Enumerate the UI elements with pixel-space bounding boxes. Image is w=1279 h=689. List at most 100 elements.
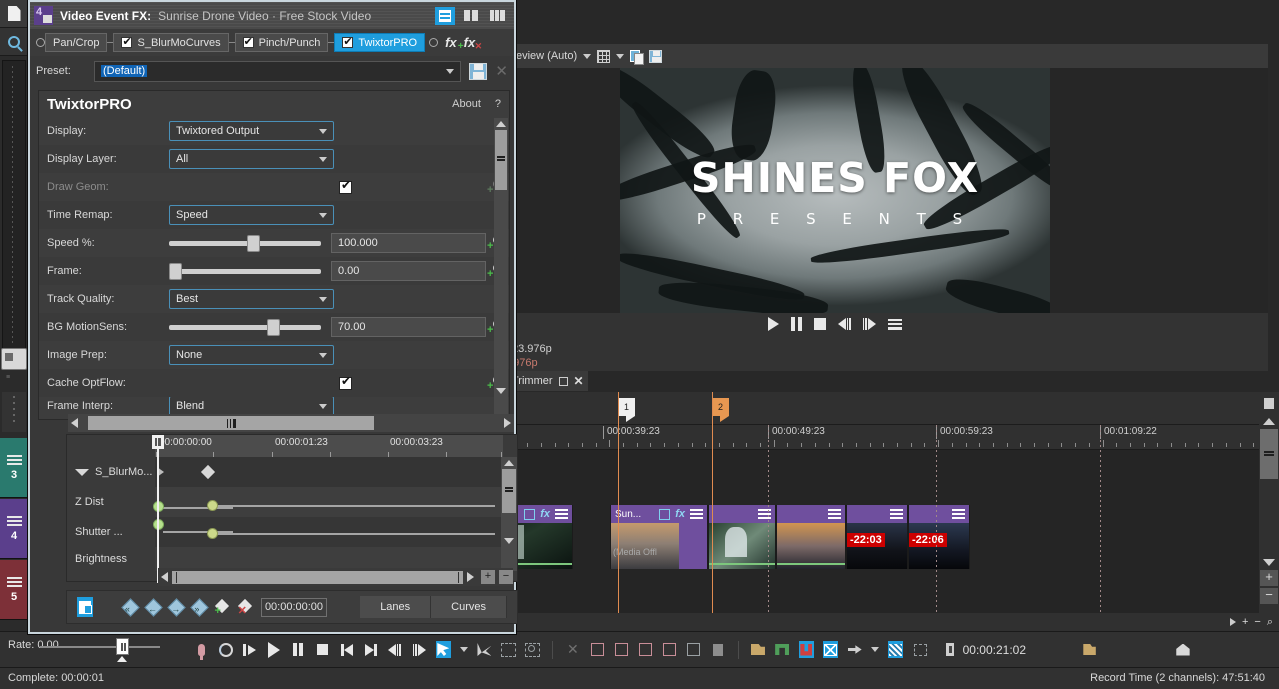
crossfade-d-button[interactable] [662, 641, 677, 658]
fx-icon[interactable]: fx [540, 508, 550, 520]
track-tab-3[interactable]: 3 [0, 438, 28, 498]
about-link[interactable]: About [452, 98, 481, 110]
search-icon[interactable] [0, 28, 28, 56]
chevron-down-icon[interactable] [319, 297, 327, 302]
preview-menu-icon[interactable] [888, 319, 902, 330]
param-checkbox[interactable] [339, 377, 352, 390]
record-button[interactable] [194, 641, 209, 658]
chevron-down-icon[interactable] [319, 213, 327, 218]
scroll-down-icon[interactable] [504, 538, 514, 544]
scroll-thumb-horizontal[interactable] [88, 416, 374, 430]
list-view-button[interactable] [435, 7, 455, 25]
zoom-out-vertical-button[interactable]: − [1260, 588, 1278, 604]
param-slider[interactable] [169, 261, 321, 281]
fx-chip[interactable]: S_BlurMoCurves [113, 33, 228, 52]
rate-slider-track[interactable] [40, 646, 160, 648]
fx-chip-pinch-punch[interactable]: Pinch/Punch [235, 33, 329, 52]
keyframe-point[interactable] [207, 500, 218, 511]
automatic-ripple-icon[interactable] [847, 641, 862, 658]
zoom-in-button[interactable]: + [1242, 616, 1248, 628]
fx-chip[interactable]: Pinch/Punch [235, 33, 329, 52]
add-keyframe-button[interactable]: + [215, 600, 227, 615]
scroll-left-icon[interactable] [71, 418, 78, 428]
fx-enable-checkbox[interactable] [121, 37, 132, 48]
stop-button[interactable] [315, 641, 330, 658]
zoom-in-keyframe-button[interactable]: + [481, 570, 495, 584]
menu-icon[interactable] [890, 509, 903, 519]
save-snapshot-icon[interactable] [649, 50, 662, 63]
chevron-down-icon[interactable] [446, 69, 454, 74]
param-combobox[interactable]: Speed [169, 205, 334, 225]
preview-play-button[interactable] [768, 317, 779, 331]
region-icon[interactable] [775, 641, 790, 658]
scroll-up-icon[interactable] [496, 121, 506, 127]
loop-playback-button[interactable] [218, 641, 233, 658]
param-numeric-field[interactable]: 100.000 [331, 233, 486, 253]
zoom-in-vertical-button[interactable]: + [1260, 570, 1278, 586]
menu-icon[interactable] [952, 509, 965, 519]
scroll-down-icon[interactable] [496, 388, 506, 394]
zoom-out-button[interactable]: − [1254, 616, 1260, 628]
param-slider[interactable] [169, 317, 321, 337]
fx-enable-checkbox[interactable] [342, 37, 353, 48]
lanes-mode-button[interactable]: Lanes [360, 596, 431, 618]
slider-knob[interactable] [169, 263, 182, 280]
grid-icon[interactable] [597, 50, 610, 63]
cursor-timecode[interactable]: 00:00:21:02 [963, 643, 1026, 657]
curves-mode-button[interactable]: Curves [431, 596, 507, 618]
marker-flag-icon[interactable] [1259, 392, 1279, 414]
timeline-ruler[interactable]: 00:00:39:23 00:00:49:23 00:00:59:23 00:0… [478, 425, 1279, 450]
save-preset-icon[interactable] [469, 63, 487, 80]
keyframe-marker[interactable] [201, 465, 215, 479]
keyframe-horizontal-scrollbar[interactable]: + − [158, 568, 513, 586]
keyframe-row-label-shutter[interactable]: Shutter ... [67, 517, 155, 547]
scroll-up-icon[interactable] [1263, 418, 1275, 425]
timeline-clip[interactable]: Sun... fx (Media Offl [610, 505, 708, 569]
go-to-end-button[interactable] [363, 641, 378, 658]
track-tab-4[interactable]: 4 [0, 499, 28, 559]
last-keyframe-button[interactable]: » [191, 600, 203, 615]
preview-next-frame-button[interactable] [863, 318, 876, 330]
grid-view-button[interactable] [487, 7, 507, 25]
first-keyframe-button[interactable]: « [122, 600, 134, 615]
preset-combobox[interactable]: (Default) [94, 61, 461, 82]
close-gap-button[interactable]: ✕ [565, 641, 580, 658]
fx-enable-checkbox[interactable] [243, 37, 254, 48]
keyframe-row-label-z-dist[interactable]: Z Dist [67, 487, 155, 517]
keyframe-lane-shutter[interactable] [155, 517, 503, 547]
param-combobox[interactable]: All [169, 149, 334, 169]
keyframe-vertical-scrollbar[interactable] [501, 457, 517, 571]
menu-icon[interactable] [828, 509, 841, 519]
normal-edit-tool-button[interactable] [436, 641, 451, 658]
crop-icon[interactable] [524, 509, 535, 520]
sync-lock-button[interactable] [77, 597, 93, 617]
fx-chip[interactable]: TwixtorPRO [334, 33, 425, 52]
param-combobox[interactable]: None [169, 345, 334, 365]
timeline-marker-1[interactable]: 1 [618, 398, 635, 416]
scroll-thumb[interactable] [495, 130, 507, 190]
param-combobox[interactable]: Best [169, 289, 334, 309]
marker-band[interactable]: 1 2 [478, 392, 1279, 425]
param-slider[interactable] [169, 233, 321, 253]
fx-icon[interactable]: fx [675, 508, 685, 520]
chevron-down-icon[interactable] [319, 157, 327, 162]
chevron-down-icon[interactable] [871, 647, 879, 652]
param-checkbox[interactable] [339, 181, 352, 194]
previous-keyframe-button[interactable]: ← [145, 600, 157, 615]
keyframe-group-lane[interactable] [155, 457, 503, 487]
play-button[interactable] [267, 641, 282, 658]
fx-chip-blurmocurves[interactable]: S_BlurMoCurves [113, 33, 228, 52]
timeline-vertical-scrollbar[interactable]: + − [1259, 392, 1279, 623]
scroll-thumb[interactable] [502, 469, 516, 513]
lock-envelope-icon[interactable] [888, 641, 903, 658]
lock-icon[interactable] [710, 641, 725, 658]
chevron-down-icon[interactable] [319, 353, 327, 358]
close-icon[interactable]: ✕ [574, 374, 584, 388]
param-numeric-field[interactable]: 0.00 [331, 261, 486, 281]
zoom-out-keyframe-button[interactable]: − [499, 570, 513, 584]
add-plugin-icon[interactable]: fx [445, 35, 457, 50]
scroll-down-icon[interactable] [1263, 559, 1275, 566]
menu-icon[interactable] [690, 509, 703, 519]
slider-knob[interactable] [267, 319, 280, 336]
crossfade-a-button[interactable] [589, 641, 604, 658]
